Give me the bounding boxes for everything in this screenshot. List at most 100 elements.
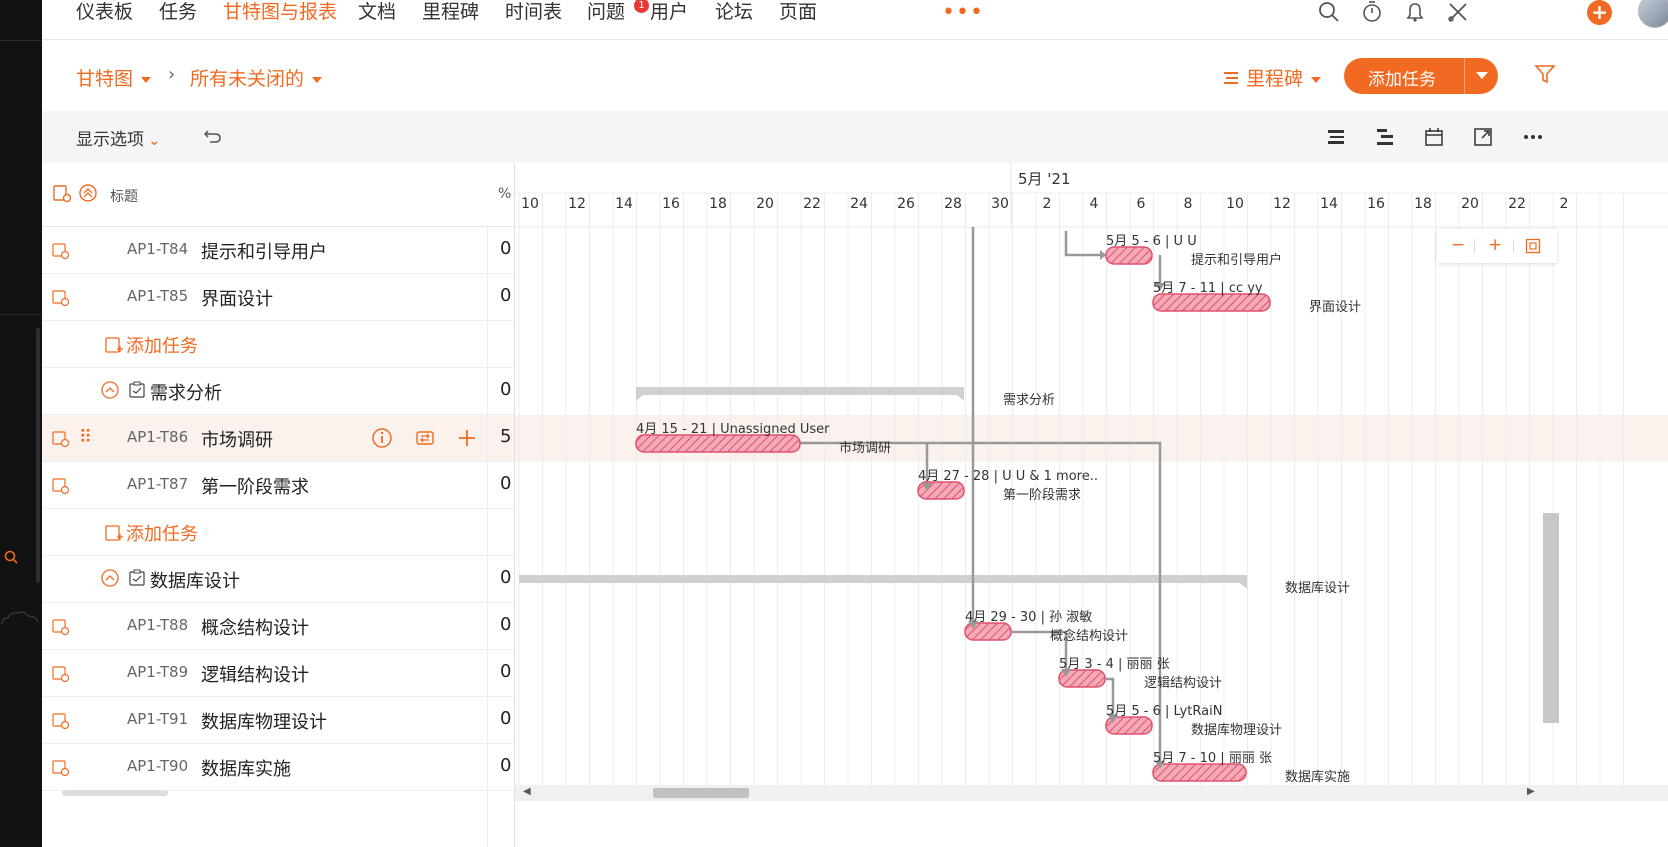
scroll-left-icon[interactable]: ◀ — [523, 786, 531, 797]
collapse-group-icon[interactable] — [100, 568, 120, 588]
zoom-divider — [1474, 239, 1475, 253]
nav-forums[interactable]: 论坛 — [715, 0, 753, 24]
timeline-tick-label: 2 — [1559, 196, 1569, 212]
task-row[interactable]: AP1-T89 逻辑结构设计 0 — [42, 650, 514, 697]
group-percent: 0 — [500, 567, 512, 588]
gantt-toolbar: 显示选项 ⌄ — [42, 111, 1668, 163]
nav-pages[interactable]: 页面 — [779, 0, 817, 24]
column-settings-icon[interactable] — [52, 183, 72, 203]
nav-dashboard[interactable]: 仪表板 — [76, 0, 133, 24]
zoom-out-button[interactable]: − — [1451, 235, 1465, 255]
task-bar[interactable] — [1152, 763, 1247, 782]
timeline-tick-label: 12 — [568, 196, 586, 212]
fit-to-screen-icon[interactable] — [1525, 238, 1541, 254]
task-row[interactable]: AP1-T87 第一阶段需求 0 — [42, 462, 514, 509]
task-bar[interactable] — [635, 434, 801, 453]
expand-rows-icon[interactable] — [1373, 125, 1397, 149]
user-avatar[interactable] — [1638, 0, 1668, 28]
drag-handle-icon[interactable]: ⠿ — [79, 427, 92, 448]
filter-icon[interactable] — [1534, 63, 1556, 85]
group-bar[interactable] — [636, 387, 964, 401]
timeline-tick-label: 20 — [1461, 196, 1479, 212]
nav-users[interactable]: 用户 — [650, 0, 688, 24]
grid-scrollbar-thumb[interactable] — [62, 790, 168, 796]
add-task-button[interactable]: 添加任务 — [1344, 58, 1498, 94]
add-task-link[interactable]: 添加任务 — [104, 332, 198, 358]
nav-documents[interactable]: 文档 — [358, 0, 396, 24]
add-subtask-icon[interactable] — [456, 427, 478, 449]
task-row[interactable]: AP1-T90 数据库实施 0 — [42, 744, 514, 791]
task-row[interactable]: AP1-T84 提示和引导用户 0 — [42, 227, 514, 274]
scroll-right-icon[interactable]: ▶ — [1527, 786, 1535, 797]
reassign-icon[interactable] — [414, 427, 436, 449]
horizontal-scrollbar-thumb[interactable] — [653, 788, 749, 798]
display-options-dropdown[interactable]: 显示选项 ⌄ — [76, 125, 161, 150]
timeline-tick-label: 14 — [1320, 196, 1338, 212]
task-code: AP1-T85 — [127, 287, 189, 305]
task-bar[interactable] — [1152, 293, 1271, 312]
task-bar-info: 4月 27 - 28 | U U & 1 more.. — [918, 469, 1098, 484]
add-task-row[interactable]: 添加任务 — [42, 509, 514, 556]
add-task-label: 添加任务 — [126, 524, 198, 545]
gantt-view-label: 甘特图 — [76, 68, 134, 90]
calendar-icon[interactable] — [1422, 125, 1446, 149]
task-bar[interactable] — [1105, 246, 1153, 265]
task-name: 界面设计 — [201, 289, 273, 310]
task-row-selected[interactable]: ⠿ AP1-T86 市场调研 5 — [42, 415, 514, 462]
collapse-group-icon[interactable] — [100, 380, 120, 400]
add-task-row[interactable]: 添加任务 — [42, 321, 514, 368]
task-icon — [52, 713, 70, 730]
task-bar-label: 逻辑结构设计 — [1144, 676, 1223, 691]
task-row[interactable]: AP1-T85 界面设计 0 — [42, 274, 514, 321]
group-row[interactable]: 数据库设计 0 — [42, 556, 514, 603]
collapse-rows-icon[interactable] — [1324, 125, 1348, 149]
fullscreen-icon[interactable] — [1471, 125, 1495, 149]
timeline-tick-label: 22 — [803, 196, 821, 212]
group-row[interactable]: 需求分析 0 — [42, 368, 514, 415]
task-bar-label: 数据库实施 — [1285, 770, 1351, 785]
filter-view-dropdown[interactable]: 所有未关闭的 — [190, 64, 323, 91]
bell-icon[interactable] — [1403, 0, 1427, 24]
add-task-dropdown-icon[interactable] — [1476, 72, 1488, 79]
timesheet-badge: 1 — [634, 0, 649, 13]
info-icon[interactable] — [371, 427, 393, 449]
caret-down-icon — [312, 76, 323, 83]
undo-icon[interactable] — [202, 125, 224, 147]
column-divider[interactable] — [487, 227, 488, 847]
add-task-link[interactable]: 添加任务 — [104, 520, 198, 546]
task-row[interactable]: AP1-T88 概念结构设计 0 — [42, 603, 514, 650]
horizontal-scrollbar[interactable]: ◀ ▶ — [515, 785, 1668, 801]
collapse-all-icon[interactable] — [78, 183, 98, 203]
nav-gantt-reports[interactable]: 甘特图与报表 — [223, 0, 337, 24]
search-icon[interactable] — [1317, 0, 1341, 24]
task-row[interactable]: AP1-T91 数据库物理设计 0 — [42, 697, 514, 744]
milestone-dropdown[interactable]: 里程碑 — [1222, 64, 1322, 91]
add-task-icon — [105, 525, 123, 541]
nav-milestones[interactable]: 里程碑 — [422, 0, 479, 24]
more-options-icon[interactable] — [1521, 125, 1545, 149]
cloud-icon — [1, 611, 39, 625]
nav-timesheet[interactable]: 时间表 — [505, 0, 562, 24]
timer-icon[interactable] — [1360, 0, 1384, 24]
task-code: AP1-T84 — [127, 240, 189, 258]
gantt-view-dropdown[interactable]: 甘特图 — [76, 64, 152, 91]
panel-divider — [0, 40, 42, 41]
task-percent: 0 — [500, 238, 512, 259]
timeline-tick-label: 30 — [991, 196, 1009, 212]
nav-issues[interactable]: 问题 — [587, 0, 625, 24]
task-percent: 0 — [500, 285, 512, 306]
tools-icon[interactable] — [1446, 0, 1470, 24]
title-column-header: 标题 — [110, 189, 138, 205]
nav-tasks[interactable]: 任务 — [159, 0, 197, 24]
panel-scrollbar[interactable] — [36, 328, 40, 583]
quick-add-icon[interactable]: + — [1587, 0, 1612, 25]
nav-more-icon[interactable]: ••• — [942, 2, 984, 24]
timeline-tick-label: 28 — [944, 196, 962, 212]
group-bar[interactable] — [519, 575, 1247, 589]
search-icon[interactable] — [4, 550, 18, 568]
add-task-icon — [105, 337, 123, 353]
task-percent: 0 — [500, 755, 512, 776]
vertical-scrollbar-thumb[interactable] — [1543, 513, 1559, 723]
task-bar-label: 概念结构设计 — [1050, 629, 1129, 644]
zoom-in-button[interactable]: + — [1488, 235, 1502, 255]
